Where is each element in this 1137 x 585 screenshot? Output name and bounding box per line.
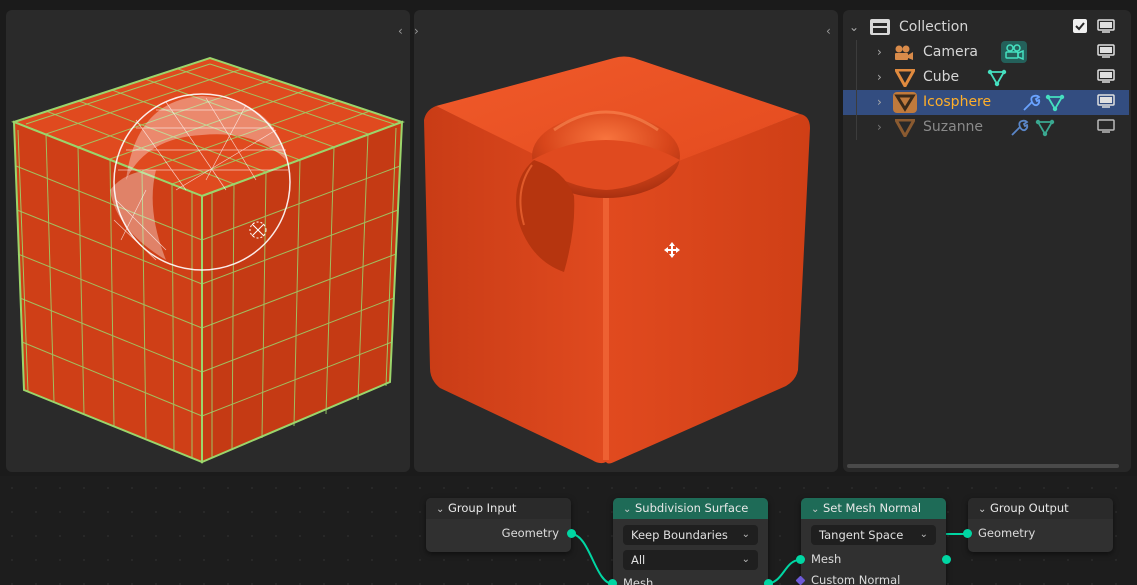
chevron-right-icon[interactable]: › (877, 115, 882, 140)
modifier-wrench-icon[interactable] (1009, 119, 1029, 137)
node-group-input[interactable]: ⌄ Group Input Geometry (426, 498, 576, 552)
dropdown-value: Keep Boundaries (631, 528, 728, 542)
chevron-down-icon: ⌄ (741, 529, 750, 540)
outliner-label: Suzanne (923, 119, 984, 135)
dropdown-value: Tangent Space (819, 528, 904, 542)
monitor-icon[interactable] (1097, 44, 1115, 58)
chevron-down-icon[interactable]: ⌄ (978, 499, 990, 520)
node-header[interactable]: ⌄ Set Mesh Normal (801, 498, 946, 519)
node-title: Group Output (990, 501, 1069, 515)
node-group-output[interactable]: ⌄ Group Output Geometry (963, 498, 1113, 552)
socket-geometry-out[interactable] (567, 529, 576, 538)
outliner-scrollbar[interactable] (847, 464, 1119, 468)
mesh-data-icon[interactable] (1035, 119, 1055, 137)
outliner-row-cube[interactable]: › Cube (843, 65, 1129, 90)
node-title: Set Mesh Normal (823, 501, 922, 515)
outliner-row-icosphere[interactable]: › Icosphere (843, 90, 1129, 115)
node-header[interactable]: ⌄ Subdivision Surface (613, 498, 768, 519)
outliner-label: Camera (923, 44, 978, 60)
node-set-mesh-normal[interactable]: ⌄ Set Mesh Normal Tangent Space ⌄ Mesh Cu… (795, 498, 951, 585)
cube-wireframe-view (11, 56, 406, 464)
collapse-right-icon[interactable]: ‹ (826, 24, 831, 38)
socket-label: Geometry (978, 526, 1036, 540)
cube-solid-view (424, 56, 810, 464)
outliner-row-suzanne[interactable]: › Suzanne (843, 115, 1129, 140)
outliner-label: Icosphere (923, 94, 992, 110)
monitor-icon[interactable] (1097, 69, 1115, 83)
expand-right-icon[interactable]: › (414, 24, 419, 38)
mesh-data-icon[interactable] (1045, 94, 1065, 112)
chevron-right-icon[interactable]: › (877, 40, 882, 65)
viewport-left[interactable]: ‹ (6, 10, 410, 472)
monitor-off-icon[interactable] (1097, 119, 1115, 133)
node-title: Subdivision Surface (635, 501, 749, 515)
chevron-down-icon[interactable]: ⌄ (436, 499, 448, 520)
collection-icon (870, 19, 890, 35)
socket-label: Custom Normal (811, 573, 901, 585)
chevron-right-icon[interactable]: › (877, 90, 882, 115)
mesh-object-icon (895, 119, 915, 137)
mode-dropdown[interactable]: Tangent Space ⌄ (811, 525, 936, 545)
node-title: Group Input (448, 501, 517, 515)
outliner-label: Collection (899, 19, 969, 35)
monitor-icon[interactable] (1097, 94, 1115, 108)
node-header[interactable]: ⌄ Group Output (968, 498, 1113, 519)
dropdown-value: All (631, 553, 646, 567)
chevron-down-icon: ⌄ (741, 554, 750, 565)
camera-icon (895, 45, 913, 60)
modifier-wrench-icon[interactable] (1021, 94, 1041, 112)
socket-label: Geometry (501, 526, 559, 540)
mesh-object-icon (895, 69, 915, 87)
camera-data-icon[interactable] (1001, 41, 1027, 63)
mesh-object-icon (893, 92, 917, 113)
socket-geometry-in[interactable] (963, 529, 972, 538)
viewport-right[interactable]: › ‹ (414, 10, 838, 472)
collapse-left-icon[interactable]: ‹ (398, 24, 403, 38)
monitor-icon[interactable] (1097, 19, 1115, 33)
outliner-label: Cube (923, 69, 960, 85)
chevron-down-icon[interactable]: ⌄ (811, 499, 823, 520)
outliner-row-collection[interactable]: ⌄ Collection (843, 15, 1129, 40)
socket-mesh-out[interactable] (942, 555, 951, 564)
node-subdivision-surface[interactable]: ⌄ Subdivision Surface Keep Boundaries ⌄ A… (608, 498, 773, 585)
uv-smooth-dropdown[interactable]: Keep Boundaries ⌄ (623, 525, 758, 545)
socket-label: Mesh (623, 576, 654, 585)
node-editor[interactable]: ⌄ Group Input Geometry ⌄ Subdivision Surfa… (0, 476, 1137, 585)
mesh-data-icon[interactable] (987, 69, 1007, 87)
chevron-down-icon: ⌄ (919, 529, 928, 540)
socket-mesh-in[interactable] (796, 555, 805, 564)
chevron-right-icon[interactable]: › (877, 65, 882, 90)
chevron-down-icon[interactable]: ⌄ (623, 499, 635, 520)
chevron-down-icon[interactable]: ⌄ (849, 15, 859, 40)
socket-label: Mesh (811, 552, 842, 566)
node-header[interactable]: ⌄ Group Input (426, 498, 571, 519)
boundary-smooth-dropdown[interactable]: All ⌄ (623, 550, 758, 570)
outliner-row-camera[interactable]: › Camera (843, 40, 1129, 65)
checkbox-icon[interactable] (1073, 19, 1087, 33)
socket-mesh-out[interactable] (764, 579, 773, 585)
outliner[interactable]: ⌄ Collection › Camera › Cube › Icosphere… (843, 10, 1131, 472)
socket-mesh-in[interactable] (608, 579, 617, 585)
